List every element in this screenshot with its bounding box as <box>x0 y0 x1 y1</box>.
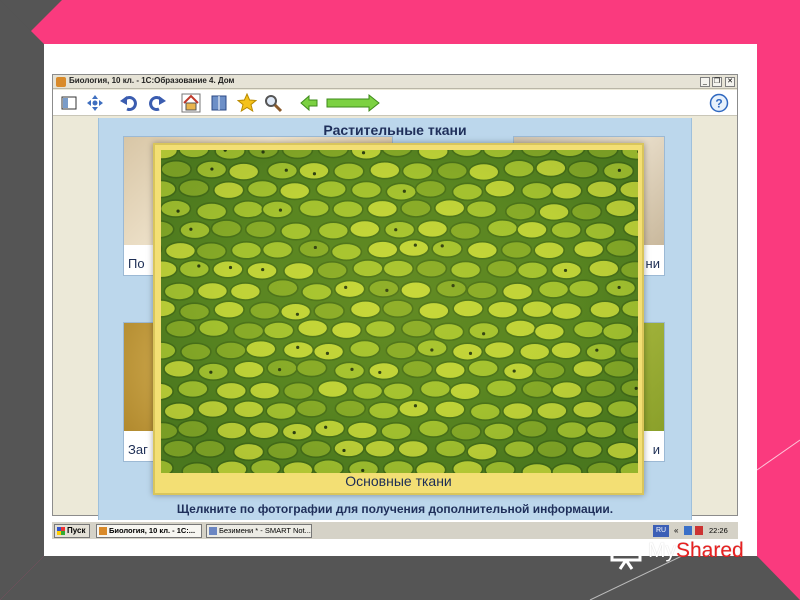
help-icon[interactable]: ? <box>709 93 729 113</box>
undo-icon[interactable] <box>119 93 139 113</box>
start-button[interactable]: Пуск <box>54 524 90 538</box>
tray-expand[interactable]: « <box>674 526 678 535</box>
taskbar-item-smart-notebook[interactable]: Безимени * - SMART Not... <box>206 524 312 538</box>
watermark: MyShared <box>608 538 768 570</box>
contents-icon[interactable] <box>59 93 79 113</box>
popup-caption: Основные ткани <box>345 473 452 489</box>
app-icon <box>99 527 107 535</box>
title-bar: Биология, 10 кл. - 1С:Образование 4. Дом… <box>53 75 737 89</box>
task-label: Биология, 10 кл. - 1С:... <box>109 526 196 535</box>
toolbar: ? <box>53 90 737 116</box>
back-arrow-icon[interactable] <box>299 93 319 113</box>
app-icon <box>56 77 66 87</box>
language-indicator[interactable]: RU <box>653 525 669 537</box>
volume-muted-icon <box>695 526 703 535</box>
windows-logo-icon <box>57 527 65 535</box>
photo-popup[interactable]: Основные ткани <box>153 143 644 495</box>
book-icon[interactable] <box>209 93 229 113</box>
close-button[interactable]: ✕ <box>725 77 735 87</box>
watermark-text: MyShared <box>648 539 744 562</box>
presentation-board-icon <box>610 539 642 570</box>
minimize-button[interactable]: _ <box>700 77 710 87</box>
navigate-icon[interactable] <box>85 93 105 113</box>
start-label: Пуск <box>67 526 86 535</box>
home-icon[interactable] <box>181 93 201 113</box>
tissue-micrograph <box>161 150 638 473</box>
search-icon[interactable] <box>263 93 283 113</box>
instruction-text: Щелкните по фотографии для получения доп… <box>176 502 614 516</box>
clock: 22:26 <box>709 526 728 535</box>
star-icon[interactable] <box>237 93 257 113</box>
forward-arrow-icon[interactable] <box>325 93 381 113</box>
redo-icon[interactable] <box>147 93 167 113</box>
task-label: Безимени * - SMART Not... <box>219 526 311 535</box>
notebook-icon <box>209 527 217 535</box>
network-icon <box>684 526 692 535</box>
restore-button[interactable]: ❐ <box>712 77 722 87</box>
svg-text:?: ? <box>715 97 722 111</box>
taskbar: Пуск Биология, 10 кл. - 1С:... Безимени … <box>52 521 738 539</box>
window-title: Биология, 10 кл. - 1С:Образование 4. Дом <box>69 76 235 85</box>
taskbar-item-biology[interactable]: Биология, 10 кл. - 1С:... <box>96 524 202 538</box>
